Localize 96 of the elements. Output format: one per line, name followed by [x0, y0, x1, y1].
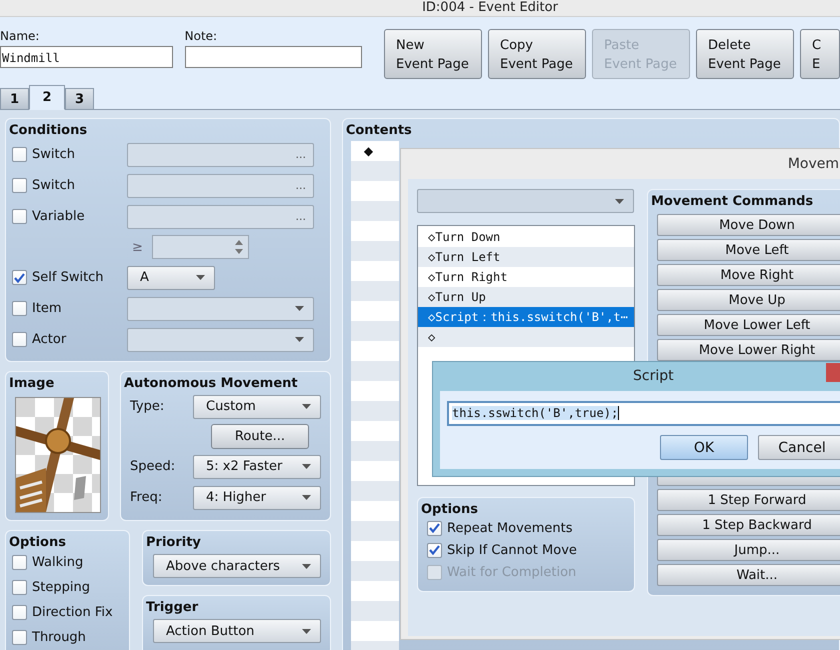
- note-field[interactable]: [184, 46, 362, 68]
- option-label: Walking: [32, 555, 84, 570]
- panel-title: Autonomous Movement: [123, 375, 299, 391]
- picker-field[interactable]: ...: [127, 174, 314, 198]
- page-tab[interactable]: 1: [0, 88, 29, 110]
- number-spinner[interactable]: [152, 235, 249, 259]
- option-label: Wait for Completion: [447, 564, 576, 580]
- event-command-list[interactable]: ◆: [350, 141, 399, 650]
- dropdown[interactable]: Above characters: [153, 554, 321, 578]
- page-button[interactable]: C E: [800, 29, 840, 79]
- checkbox[interactable]: [12, 178, 27, 193]
- page-button[interactable]: Delete Event Page: [696, 29, 794, 79]
- panel-title: Contents: [344, 122, 413, 138]
- option-label: Through: [32, 630, 86, 645]
- dialog-button[interactable]: OK: [660, 435, 748, 460]
- list-item[interactable]: ◇Turn Up: [418, 287, 634, 307]
- script-input[interactable]: this.sswitch('B',true);: [447, 401, 840, 426]
- checkbox[interactable]: [12, 270, 27, 285]
- list-item[interactable]: ◇Turn Down: [418, 227, 634, 247]
- option-label: Stepping: [32, 580, 90, 595]
- checkbox[interactable]: [427, 542, 442, 558]
- checkbox[interactable]: [12, 605, 27, 620]
- command-button[interactable]: Move Down: [657, 214, 840, 236]
- comparison-symbol: ≥: [132, 240, 144, 254]
- checkbox[interactable]: [12, 630, 27, 645]
- spin-icon: [235, 240, 243, 254]
- window-title: Movem: [788, 156, 839, 172]
- checkbox[interactable]: [12, 580, 27, 595]
- option-label: Repeat Movements: [447, 520, 573, 536]
- picker-field[interactable]: ...: [127, 142, 314, 166]
- page-tab[interactable]: 3: [65, 88, 94, 110]
- checkbox[interactable]: [12, 555, 27, 570]
- dropdown[interactable]: A: [127, 266, 215, 290]
- list-item[interactable]: ◇: [418, 327, 634, 347]
- dropdown[interactable]: [417, 189, 634, 213]
- command-button[interactable]: Move Lower Left: [657, 314, 840, 336]
- command-button[interactable]: Move Lower Right: [657, 339, 840, 361]
- check-icon: [429, 545, 440, 555]
- condition-label: Switch: [32, 178, 76, 193]
- condition-label: Item: [32, 301, 63, 316]
- dropdown[interactable]: 5: x2 Faster: [193, 454, 321, 478]
- caret-icon: [302, 564, 311, 568]
- command-button[interactable]: Move Left: [657, 239, 840, 261]
- dialog-title: Script: [633, 368, 674, 384]
- window-title: ID:004 - Event Editor: [422, 0, 558, 16]
- checkbox[interactable]: [12, 147, 27, 162]
- page-button[interactable]: New Event Page: [384, 29, 482, 79]
- caret-icon: [302, 495, 311, 500]
- list-item[interactable]: ◇Turn Left: [418, 247, 634, 267]
- panel-title: Options: [8, 534, 67, 550]
- command-button[interactable]: 1 Step Forward: [657, 489, 840, 511]
- condition-label: Switch: [32, 147, 76, 162]
- caret-icon: [196, 275, 205, 280]
- checkbox[interactable]: [427, 520, 442, 536]
- option-label: Direction Fix: [32, 605, 113, 620]
- panel-title: Conditions: [8, 122, 88, 138]
- dropdown[interactable]: 4: Higher: [193, 486, 321, 510]
- field-label: Name:: [0, 29, 40, 43]
- command-button[interactable]: Move Up: [657, 289, 840, 311]
- command-button[interactable]: Move Right: [657, 264, 840, 286]
- route-button[interactable]: Route...: [211, 424, 309, 449]
- condition-label: Self Switch: [32, 270, 105, 285]
- check-icon: [14, 272, 25, 282]
- field-label: Note:: [184, 29, 218, 43]
- option-label: Skip If Cannot Move: [447, 542, 577, 558]
- caret-icon: [295, 306, 304, 311]
- caret-icon: [615, 198, 624, 204]
- list-item[interactable]: ◇Turn Right: [418, 267, 634, 287]
- panel-title: Priority: [145, 534, 202, 550]
- caret-icon: [302, 404, 311, 409]
- caret-icon: [302, 628, 311, 634]
- checkbox[interactable]: [12, 209, 27, 224]
- list-marker: ◆: [364, 144, 374, 158]
- caret-icon: [295, 337, 304, 342]
- dropdown[interactable]: Custom: [193, 394, 321, 418]
- condition-label: Actor: [32, 332, 68, 347]
- command-button[interactable]: Jump...: [657, 539, 840, 561]
- field-label: Freq:: [130, 490, 164, 505]
- panel-title: Options: [420, 501, 479, 517]
- panel-title: Trigger: [145, 599, 200, 615]
- condition-label: Variable: [32, 209, 86, 224]
- panel-title: Movement Commands: [650, 193, 814, 209]
- name-field[interactable]: Windmill: [0, 46, 173, 68]
- field-label: Speed:: [130, 459, 176, 474]
- caret-icon: [302, 464, 311, 469]
- field-label: Type:: [130, 399, 166, 414]
- page-button[interactable]: Copy Event Page: [488, 29, 586, 79]
- panel-title: Image: [8, 375, 56, 391]
- check-icon: [429, 523, 440, 533]
- list-item[interactable]: ◇Script：this.sswitch('B',t⋯: [418, 307, 634, 327]
- command-button[interactable]: Wait...: [657, 564, 840, 586]
- dropdown[interactable]: Action Button: [153, 619, 321, 643]
- page-tab[interactable]: 2: [29, 85, 65, 110]
- picker-field[interactable]: ...: [127, 204, 314, 228]
- dialog-button[interactable]: Cancel: [758, 435, 840, 460]
- command-button[interactable]: 1 Step Backward: [657, 514, 840, 536]
